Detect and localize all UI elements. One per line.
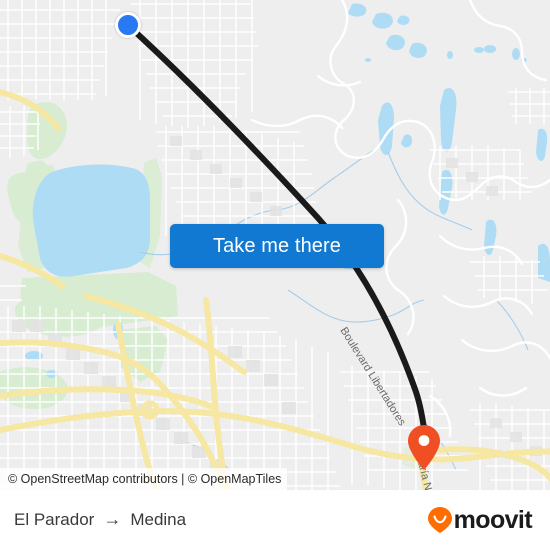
trip-summary: El Parador → Medina	[14, 510, 186, 530]
take-me-there-button[interactable]: Take me there	[170, 224, 384, 268]
footer-bar: El Parador → Medina moovit	[0, 490, 550, 550]
moovit-logo[interactable]: moovit	[427, 505, 533, 534]
map-pin-icon	[408, 425, 440, 470]
arrow-right-icon: →	[103, 509, 122, 529]
origin-marker[interactable]	[115, 12, 141, 38]
moovit-wordmark: moovit	[453, 505, 533, 534]
map-attribution: © OpenStreetMap contributors | © OpenMap…	[0, 468, 288, 490]
trip-origin-label: El Parador	[14, 510, 95, 529]
moovit-trip-map-card: Boulevard Libertadores aría N Take me th…	[0, 0, 550, 550]
map-canvas[interactable]: Boulevard Libertadores aría N Take me th…	[0, 0, 550, 490]
trip-destination-label: Medina	[130, 510, 187, 529]
destination-marker[interactable]	[408, 425, 440, 470]
moovit-pin-icon	[427, 507, 452, 533]
